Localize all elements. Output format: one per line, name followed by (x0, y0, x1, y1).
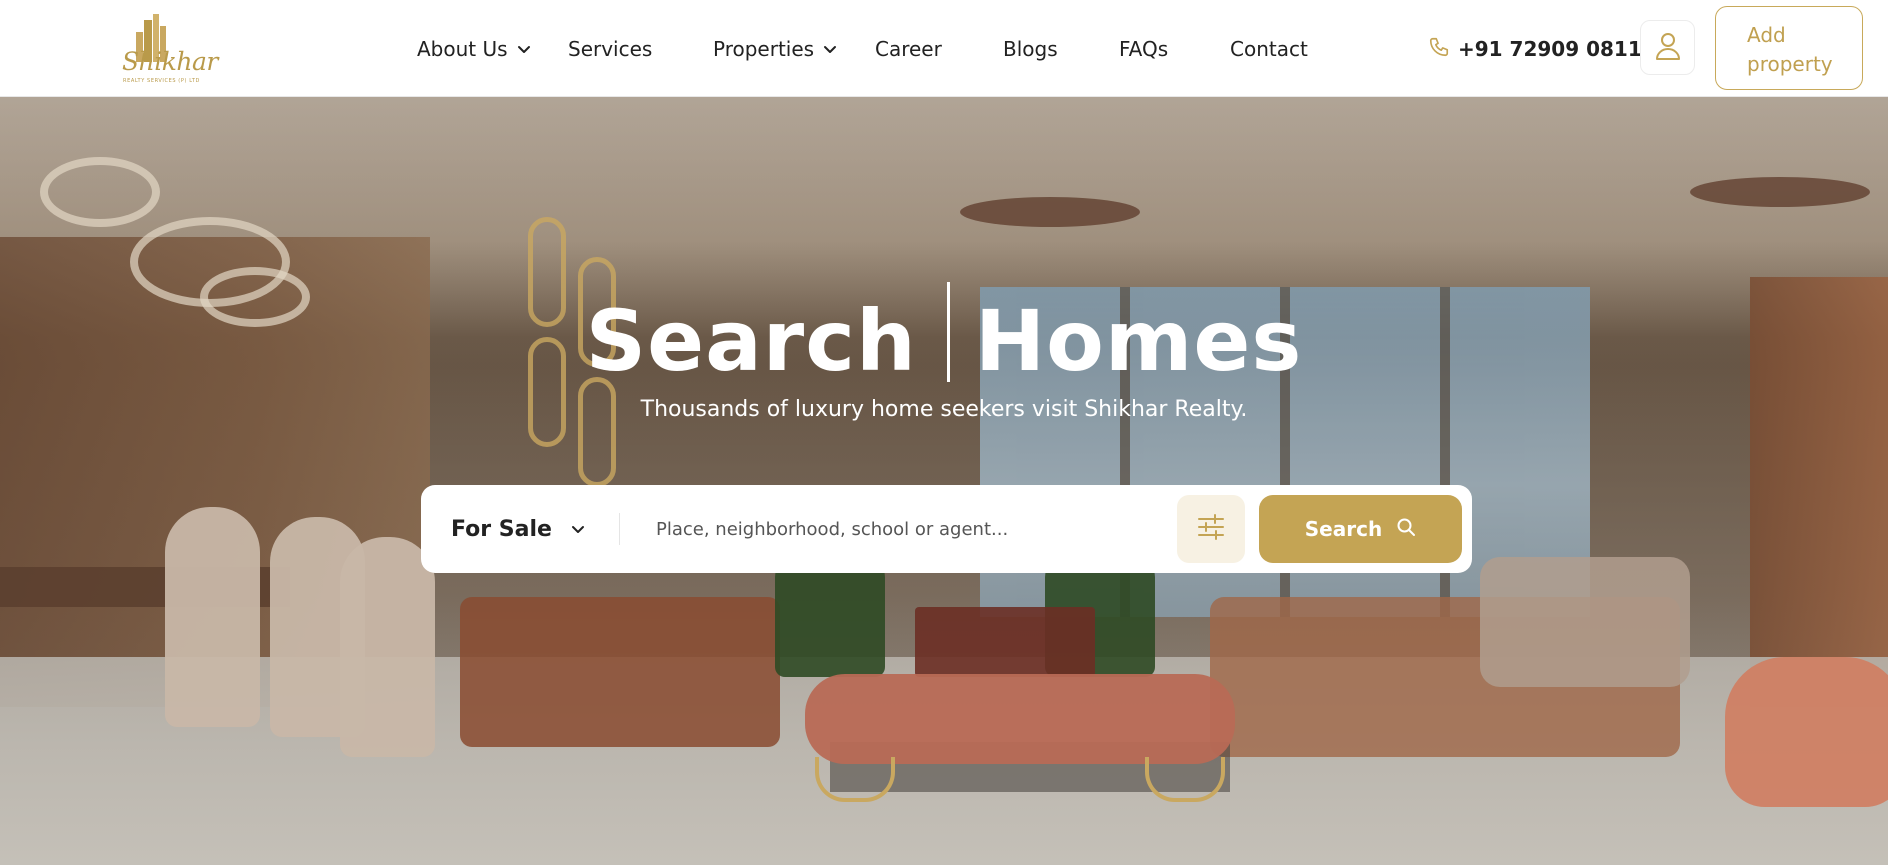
nav-properties[interactable]: Properties (713, 34, 838, 64)
user-icon (1655, 32, 1681, 64)
chevron-down-icon (516, 41, 532, 57)
nav-about-us[interactable]: About Us (417, 34, 532, 64)
nav-blogs[interactable]: Blogs (1003, 34, 1058, 64)
logo-wordmark: Shikhar (122, 47, 218, 76)
filter-button[interactable] (1177, 495, 1245, 563)
hero-title-right: Homes (974, 292, 1303, 390)
nav-faqs[interactable]: FAQs (1119, 34, 1168, 64)
nav-blogs-label: Blogs (1003, 37, 1058, 61)
nav-faqs-label: FAQs (1119, 37, 1169, 61)
sliders-icon (1196, 512, 1226, 546)
chevron-down-icon (570, 521, 586, 537)
nav-services-label: Services (568, 37, 653, 61)
nav-services[interactable]: Services (568, 34, 652, 64)
search-icon (1396, 517, 1416, 542)
site-header: Shikhar REALTY SERVICES (P) LTD About Us… (0, 0, 1888, 97)
search-input[interactable] (656, 509, 1176, 549)
hero-subtitle: Thousands of luxury home seekers visit S… (640, 397, 1248, 422)
add-property-label-line2: property (1747, 52, 1833, 76)
hero-section: Search Homes Thousands of luxury home see… (0, 97, 1888, 865)
phone-number: +91 72909 08111 (1458, 37, 1656, 61)
search-divider (619, 513, 620, 545)
hero-title-left: Search (585, 292, 917, 390)
phone-link[interactable]: +91 72909 08111 (1428, 34, 1656, 64)
nav-about-us-label: About Us (417, 37, 508, 61)
nav-contact[interactable]: Contact (1230, 34, 1308, 64)
hero-title: Search Homes (0, 282, 1888, 390)
search-button[interactable]: Search (1259, 495, 1462, 563)
shikhar-logo[interactable]: Shikhar REALTY SERVICES (P) LTD (120, 12, 218, 86)
add-property-label-line1: Add (1747, 23, 1786, 47)
nav-career[interactable]: Career (875, 34, 942, 64)
user-account-button[interactable] (1640, 20, 1695, 75)
nav-career-label: Career (875, 37, 942, 61)
property-search-bar: For Sale Search (421, 485, 1472, 573)
add-property-button[interactable]: Add property (1715, 6, 1863, 90)
typing-caret (946, 282, 950, 382)
logo-tagline: REALTY SERVICES (P) LTD (123, 78, 200, 84)
listing-type-value: For Sale (451, 516, 552, 542)
nav-contact-label: Contact (1230, 37, 1308, 61)
chevron-down-icon (822, 41, 838, 57)
phone-icon (1428, 36, 1450, 63)
nav-properties-label: Properties (713, 37, 815, 61)
listing-type-select[interactable]: For Sale (451, 513, 586, 545)
search-button-label: Search (1304, 517, 1383, 541)
